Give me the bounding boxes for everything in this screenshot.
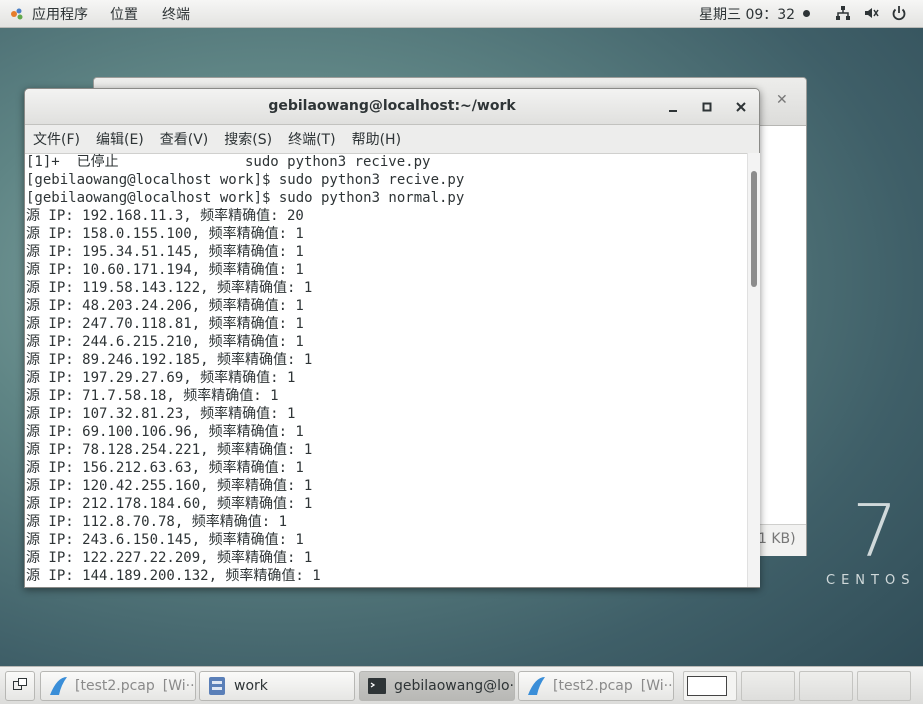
task-wireshark-1[interactable]: [test2.pcap [Wi···: [40, 671, 196, 701]
terminal-line: 源 IP: 158.0.155.100, 频率精确值: 1: [26, 226, 304, 242]
terminal-line: 源 IP: 197.29.27.69, 频率精确值: 1: [26, 370, 296, 386]
terminal-line: 源 IP: 48.203.24.206, 频率精确值: 1: [26, 298, 304, 314]
terminal-line: 源 IP: 192.168.11.3, 频率精确值: 20: [26, 208, 304, 224]
terminal-line: 源 IP: 122.227.22.209, 频率精确值: 1: [26, 550, 313, 566]
workspace-4[interactable]: [857, 671, 911, 701]
applications-menu[interactable]: 应用程序: [32, 4, 102, 24]
task-work-folder[interactable]: work: [199, 671, 355, 701]
terminal-line: 源 IP: 119.58.143.122, 频率精确值: 1: [26, 280, 313, 296]
terminal-line: 源 IP: 212.178.184.60, 频率精确值: 1: [26, 496, 313, 512]
workspace-2[interactable]: [741, 671, 795, 701]
task-label: [test2.pcap: [75, 678, 155, 694]
terminal-menubar: 文件(F) 编辑(E) 查看(V) 搜索(S) 终端(T) 帮助(H): [25, 125, 759, 154]
terminal-scrollbar[interactable]: [747, 153, 760, 587]
terminal-line: [gebilaowang@localhost work]$ sudo pytho…: [26, 172, 465, 188]
terminal-app-menu[interactable]: 终端: [162, 4, 204, 24]
task-label-suffix: [Wi···: [162, 678, 196, 694]
task-label: work: [234, 678, 268, 694]
background-window-status-size: 1 KB): [758, 531, 796, 547]
wireshark-icon: [525, 675, 547, 697]
power-icon[interactable]: [890, 4, 908, 22]
bottom-taskbar: [test2.pcap [Wi··· work gebilaowang@lo··…: [0, 666, 923, 704]
terminal-line: 源 IP: 195.34.51.145, 频率精确值: 1: [26, 244, 304, 260]
terminal-titlebar[interactable]: gebilaowang@localhost:~/work: [25, 89, 759, 125]
show-desktop-button[interactable]: [5, 671, 35, 701]
workspace-3[interactable]: [799, 671, 853, 701]
terminal-line: 源 IP: 71.7.58.18, 频率精确值: 1: [26, 388, 279, 404]
terminal-title: gebilaowang@localhost:~/work: [268, 98, 516, 114]
workspace-1[interactable]: [683, 671, 737, 701]
terminal-line: 源 IP: 144.189.200.132, 频率精确值: 1: [26, 568, 321, 584]
maximize-icon[interactable]: [697, 97, 717, 117]
file-manager-icon: [206, 675, 228, 697]
terminal-line: 源 IP: 112.8.70.78, 频率精确值: 1: [26, 514, 288, 530]
terminal-line: 源 IP: 107.32.81.23, 频率精确值: 1: [26, 406, 296, 422]
top-panel: 应用程序 位置 终端 星期三 09：32: [0, 0, 923, 28]
task-wireshark-2[interactable]: [test2.pcap [Wi···: [518, 671, 674, 701]
terminal-line: 源 IP: 156.212.63.63, 频率精确值: 1: [26, 460, 304, 476]
terminal-output[interactable]: [1]+ 已停止 sudo python3 recive.py [gebilao…: [25, 153, 747, 587]
menu-terminal[interactable]: 终端(T): [280, 129, 343, 149]
volume-icon[interactable]: [862, 4, 880, 22]
wireshark-icon: [47, 675, 69, 697]
terminal-icon: [366, 675, 388, 697]
terminal-line: 源 IP: 69.100.106.96, 频率精确值: 1: [26, 424, 304, 440]
task-terminal[interactable]: gebilaowang@lo···: [359, 671, 515, 701]
terminal-line: 源 IP: 243.6.150.145, 频率精确值: 1: [26, 532, 304, 548]
close-icon[interactable]: [731, 97, 751, 117]
task-label-suffix: [Wi···: [640, 678, 674, 694]
centos-logo-text: CENTOS: [826, 573, 916, 588]
workspace-window-preview: [687, 676, 727, 696]
minimize-icon[interactable]: [663, 97, 683, 117]
terminal-line: 源 IP: 10.60.171.194, 频率精确值: 1: [26, 262, 304, 278]
terminal-window[interactable]: gebilaowang@localhost:~/work 文件(F) 编辑(E)…: [24, 88, 760, 588]
background-window-close-icon[interactable]: ✕: [776, 92, 788, 108]
terminal-line: 源 IP: 247.70.118.81, 频率精确值: 1: [26, 316, 304, 332]
applications-icon[interactable]: [8, 5, 26, 23]
menu-edit[interactable]: 编辑(E): [88, 129, 152, 149]
centos-logo-seven: 7: [852, 489, 898, 573]
network-icon[interactable]: [834, 4, 852, 22]
terminal-line: 源 IP: 89.246.192.185, 频率精确值: 1: [26, 352, 313, 368]
terminal-line: 源 IP: 244.6.215.210, 频率精确值: 1: [26, 334, 304, 350]
task-label: gebilaowang@lo···: [394, 678, 515, 694]
terminal-line: 源 IP: 120.42.255.160, 频率精确值: 1: [26, 478, 313, 494]
terminal-line: [1]+ 已停止 sudo python3 recive.py: [26, 154, 431, 170]
menu-search[interactable]: 搜索(S): [216, 129, 280, 149]
menu-file[interactable]: 文件(F): [25, 129, 88, 149]
menu-help[interactable]: 帮助(H): [344, 129, 409, 149]
terminal-line: 源 IP: 78.128.254.221, 频率精确值: 1: [26, 442, 313, 458]
scrollbar-thumb[interactable]: [751, 171, 757, 287]
terminal-line: [gebilaowang@localhost work]$ sudo pytho…: [26, 190, 465, 206]
menu-view[interactable]: 查看(V): [152, 129, 217, 149]
notification-dot-icon: [803, 10, 810, 17]
top-menu: 应用程序 位置 终端: [0, 0, 204, 27]
places-menu[interactable]: 位置: [110, 4, 152, 24]
clock[interactable]: 星期三 09：32: [699, 4, 795, 24]
show-desktop-icon: [12, 676, 28, 696]
task-label: [test2.pcap: [553, 678, 633, 694]
